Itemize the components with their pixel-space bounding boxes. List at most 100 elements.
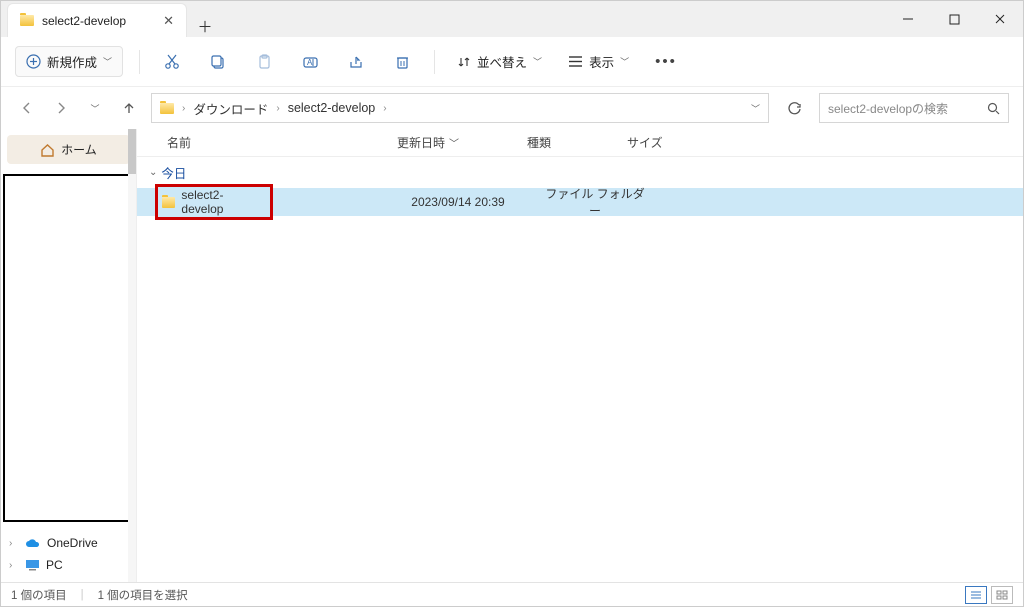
tab-active[interactable]: select2-develop ✕ bbox=[7, 3, 187, 37]
new-tab-button[interactable]: ＋ bbox=[187, 16, 223, 37]
details-view-button[interactable] bbox=[965, 586, 987, 604]
arrow-up-icon bbox=[122, 101, 136, 115]
col-date-label: 更新日時 bbox=[397, 134, 445, 151]
refresh-button[interactable] bbox=[779, 93, 809, 123]
share-icon bbox=[348, 54, 365, 70]
forward-button[interactable] bbox=[49, 96, 73, 120]
folder-icon bbox=[160, 103, 174, 114]
status-selected: 1 個の項目を選択 bbox=[98, 587, 188, 603]
chevron-right-icon[interactable]: › bbox=[9, 538, 19, 549]
view-icon bbox=[568, 55, 583, 68]
search-box[interactable]: select2-developの検索 bbox=[819, 93, 1009, 123]
pc-icon bbox=[25, 559, 40, 571]
col-name[interactable]: 名前 bbox=[167, 134, 397, 151]
group-today-label: 今日 bbox=[161, 163, 186, 182]
arrow-left-icon bbox=[20, 101, 34, 115]
scrollbar[interactable] bbox=[128, 129, 136, 582]
nav-pc-label: PC bbox=[46, 558, 63, 572]
col-type-label: 種類 bbox=[527, 134, 551, 151]
close-button[interactable] bbox=[977, 1, 1023, 37]
new-label: 新規作成 bbox=[47, 52, 97, 71]
search-icon[interactable] bbox=[987, 102, 1000, 115]
nav-tree: › OneDrive › PC bbox=[1, 526, 136, 582]
chevron-down-icon: ﹀ bbox=[620, 55, 629, 68]
breadcrumb-item[interactable]: select2-develop bbox=[288, 101, 376, 115]
minimize-icon bbox=[902, 13, 914, 25]
file-type: ファイル フォルダー bbox=[545, 185, 645, 219]
thumbnails-view-button[interactable] bbox=[991, 586, 1013, 604]
scrollbar-thumb[interactable] bbox=[128, 129, 136, 174]
paste-button[interactable] bbox=[248, 46, 280, 78]
share-button[interactable] bbox=[340, 46, 372, 78]
back-button[interactable] bbox=[15, 96, 39, 120]
maximize-button[interactable] bbox=[931, 1, 977, 37]
status-bar: 1 個の項目 | 1 個の項目を選択 bbox=[1, 582, 1023, 606]
nav-pane: ホーム › OneDrive › PC bbox=[1, 129, 137, 582]
col-date[interactable]: 更新日時 ﹀ bbox=[397, 134, 527, 151]
up-button[interactable] bbox=[117, 96, 141, 120]
sort-label: 並べ替え bbox=[477, 52, 527, 71]
chevron-down-icon[interactable]: ﹀ bbox=[751, 102, 760, 115]
status-count: 1 個の項目 bbox=[11, 587, 67, 603]
sort-desc-icon: ﹀ bbox=[449, 135, 459, 150]
view-label: 表示 bbox=[589, 52, 614, 71]
chevron-right-icon: › bbox=[182, 103, 185, 114]
sort-button[interactable]: 並べ替え ﹀ bbox=[451, 48, 548, 75]
folder-icon bbox=[20, 15, 34, 26]
rename-button[interactable]: A bbox=[294, 46, 326, 78]
content-area: ホーム › OneDrive › PC 名前 更新日時﹀ 種類 サイズ ⌄ 今日 bbox=[1, 129, 1023, 582]
chevron-down-icon: ﹀ bbox=[533, 55, 542, 68]
search-placeholder: select2-developの検索 bbox=[828, 100, 948, 117]
file-date: 2023/09/14 20:39 bbox=[393, 195, 523, 209]
nav-pc[interactable]: › PC bbox=[7, 554, 130, 576]
nav-home-label: ホーム bbox=[61, 141, 97, 158]
paste-icon bbox=[257, 54, 272, 70]
nav-home[interactable]: ホーム bbox=[7, 135, 130, 164]
cloud-icon bbox=[25, 538, 41, 549]
toolbar: 新規作成 ﹀ A 並べ替え ﹀ 表示 ﹀ ••• bbox=[1, 37, 1023, 87]
maximize-icon bbox=[949, 14, 960, 25]
delete-icon bbox=[395, 54, 410, 70]
nav-onedrive-label: OneDrive bbox=[47, 536, 98, 550]
rename-icon: A bbox=[302, 54, 319, 70]
title-bar: select2-develop ✕ ＋ bbox=[1, 1, 1023, 37]
file-row[interactable]: select2-develop 2023/09/14 20:39 ファイル フォ… bbox=[137, 188, 1023, 216]
view-button[interactable]: 表示 ﹀ bbox=[562, 48, 635, 75]
arrow-right-icon bbox=[54, 101, 68, 115]
col-size-label: サイズ bbox=[627, 134, 663, 151]
copy-icon bbox=[210, 54, 226, 70]
view-switch bbox=[965, 586, 1013, 604]
col-type[interactable]: 種類 bbox=[527, 134, 627, 151]
new-button[interactable]: 新規作成 ﹀ bbox=[15, 46, 123, 77]
home-icon bbox=[40, 143, 55, 157]
tab-strip: select2-develop ✕ ＋ bbox=[1, 1, 223, 37]
delete-button[interactable] bbox=[386, 46, 418, 78]
separator bbox=[139, 50, 140, 74]
chevron-right-icon: › bbox=[383, 103, 386, 114]
minimize-button[interactable] bbox=[885, 1, 931, 37]
chevron-right-icon[interactable]: › bbox=[9, 560, 19, 571]
file-list: 名前 更新日時﹀ 種類 サイズ ⌄ 今日 select2-develop 202… bbox=[137, 129, 1023, 582]
close-icon bbox=[994, 13, 1006, 25]
chevron-right-icon: › bbox=[276, 103, 279, 114]
address-bar-row: ﹀ › ダウンロード › select2-develop › ﹀ select2… bbox=[1, 87, 1023, 129]
svg-text:A: A bbox=[307, 58, 313, 67]
col-name-label: 名前 bbox=[167, 134, 191, 151]
file-name-cell[interactable]: select2-develop bbox=[155, 184, 273, 220]
folder-icon bbox=[162, 197, 175, 208]
address-bar[interactable]: › ダウンロード › select2-develop › ﹀ bbox=[151, 93, 769, 123]
file-name: select2-develop bbox=[181, 188, 262, 216]
copy-button[interactable] bbox=[202, 46, 234, 78]
close-tab-icon[interactable]: ✕ bbox=[163, 13, 174, 29]
col-size[interactable]: サイズ bbox=[627, 134, 697, 151]
nav-onedrive[interactable]: › OneDrive bbox=[7, 532, 130, 554]
refresh-icon bbox=[787, 101, 802, 116]
recent-button[interactable]: ﹀ bbox=[83, 96, 107, 120]
tab-title: select2-develop bbox=[42, 14, 126, 28]
chevron-down-icon: ﹀ bbox=[90, 102, 99, 115]
breadcrumb-item[interactable]: ダウンロード bbox=[193, 99, 268, 118]
thumbnails-view-icon bbox=[996, 590, 1008, 600]
new-icon bbox=[26, 54, 41, 69]
cut-button[interactable] bbox=[156, 46, 188, 78]
more-button[interactable]: ••• bbox=[649, 49, 683, 74]
